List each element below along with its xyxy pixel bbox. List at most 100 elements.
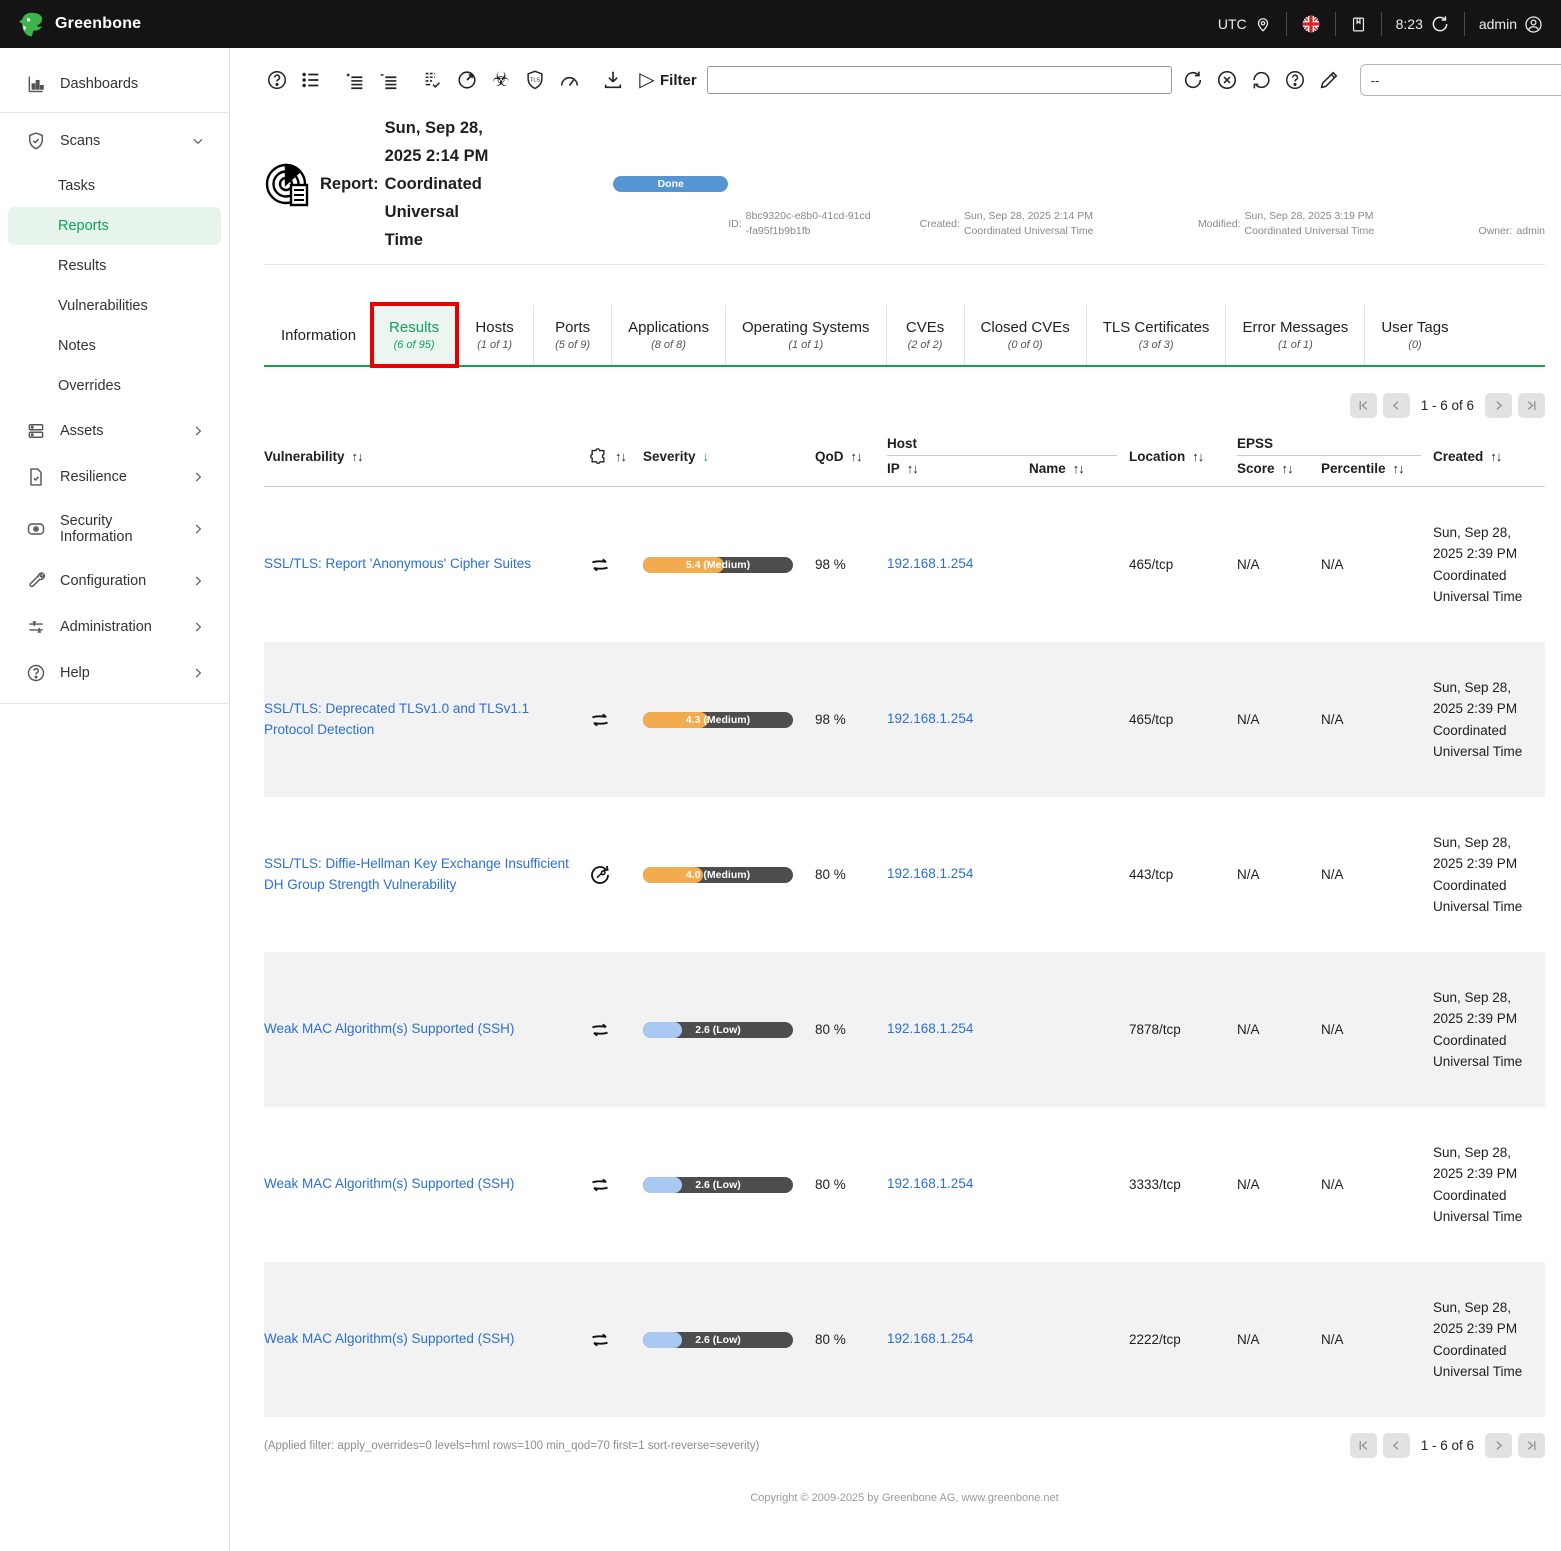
sidebar-item-security-information[interactable]: Security Information xyxy=(8,503,221,555)
filter-preset-value: -- xyxy=(1371,73,1380,88)
corresponding-tasks-icon[interactable] xyxy=(454,67,480,93)
tab-results[interactable]: Results (6 of 95) xyxy=(373,305,456,365)
add-to-assets-icon[interactable] xyxy=(342,67,368,93)
host-ip-link[interactable]: 192.168.1.254 xyxy=(887,556,973,571)
corresponding-tls-certificates-icon[interactable]: TLS xyxy=(522,67,548,93)
sort-score[interactable]: ↑↓ xyxy=(1282,461,1293,476)
language-switcher[interactable] xyxy=(1301,14,1321,34)
sort-vulnerability[interactable]: ↑↓ xyxy=(352,449,363,464)
sort-percentile[interactable]: ↑↓ xyxy=(1393,461,1404,476)
sort-created[interactable]: ↑↓ xyxy=(1490,449,1501,464)
performance-icon[interactable] xyxy=(556,67,582,93)
filter-help-icon[interactable] xyxy=(1282,67,1308,93)
solution-mitigate-icon xyxy=(588,1018,643,1042)
sort-ip[interactable]: ↑↓ xyxy=(907,461,918,476)
brand[interactable]: Greenbone xyxy=(18,11,141,38)
sidebar-item-help[interactable]: Help xyxy=(8,653,221,693)
sidebar-item-dashboards[interactable]: Dashboards xyxy=(8,64,221,104)
sidebar-item-results[interactable]: Results xyxy=(8,247,221,285)
svg-text:TLS: TLS xyxy=(530,77,540,83)
sidebar-item-configuration[interactable]: Configuration xyxy=(8,561,221,601)
tab-hosts[interactable]: Hosts (1 of 1) xyxy=(456,305,534,365)
next-page-button[interactable] xyxy=(1485,393,1512,418)
qod-value: 80 % xyxy=(815,867,887,882)
qod-value: 98 % xyxy=(815,557,887,572)
divider xyxy=(264,264,1545,265)
filter-input[interactable] xyxy=(707,66,1172,94)
col-score: Score xyxy=(1237,461,1275,476)
table-row: Weak MAC Algorithm(s) Supported (SSH) 2.… xyxy=(264,1107,1545,1262)
created-label: Created: xyxy=(920,217,960,233)
remove-from-assets-icon[interactable] xyxy=(376,67,402,93)
vulnerability-link[interactable]: SSL/TLS: Deprecated TLSv1.0 and TLSv1.1 … xyxy=(264,701,529,737)
host-ip-link[interactable]: 192.168.1.254 xyxy=(887,711,973,726)
previous-page-button[interactable] xyxy=(1383,393,1410,418)
tab-operating-systems[interactable]: Operating Systems (1 of 1) xyxy=(726,305,887,365)
corresponding-vulnerabilities-icon[interactable]: ☣ xyxy=(488,67,514,93)
created-value: Sun, Sep 28, 2025 2:39 PM Coordinated Un… xyxy=(1433,1297,1533,1383)
download-report-icon[interactable] xyxy=(600,67,626,93)
first-page-button[interactable] xyxy=(1350,1433,1377,1458)
owner-label: Owner: xyxy=(1479,224,1513,240)
tab-applications[interactable]: Applications (8 of 8) xyxy=(612,305,726,365)
last-page-button[interactable] xyxy=(1518,393,1545,418)
tab-ports[interactable]: Ports (5 of 9) xyxy=(534,305,612,365)
last-page-button[interactable] xyxy=(1518,1433,1545,1458)
user-menu[interactable]: admin xyxy=(1479,15,1543,34)
edit-filter-icon[interactable] xyxy=(1316,67,1342,93)
vulnerability-link[interactable]: SSL/TLS: Diffie-Hellman Key Exchange Ins… xyxy=(264,856,569,892)
sidebar-item-overrides[interactable]: Overrides xyxy=(8,367,221,405)
qod-value: 80 % xyxy=(815,1022,887,1037)
sidebar-item-resilience[interactable]: Resilience xyxy=(8,457,221,497)
host-ip-link[interactable]: 192.168.1.254 xyxy=(887,1176,973,1191)
corresponding-results-icon[interactable] xyxy=(420,67,446,93)
host-ip-link[interactable]: 192.168.1.254 xyxy=(887,1021,973,1036)
chevron-right-icon xyxy=(191,620,205,634)
vulnerability-link[interactable]: Weak MAC Algorithm(s) Supported (SSH) xyxy=(264,1331,514,1346)
question-circle-icon xyxy=(26,663,46,683)
timezone-selector[interactable]: UTC xyxy=(1218,15,1272,33)
sort-name[interactable]: ↑↓ xyxy=(1073,461,1084,476)
tab-error-messages[interactable]: Error Messages (1 of 1) xyxy=(1226,305,1365,365)
qod-value: 80 % xyxy=(815,1177,887,1192)
reset-filter-icon[interactable] xyxy=(1248,67,1274,93)
next-page-button[interactable] xyxy=(1485,1433,1512,1458)
tab-cves[interactable]: CVEs (2 of 2) xyxy=(887,305,965,365)
sidebar-item-tasks[interactable]: Tasks xyxy=(8,167,221,205)
table-row: Weak MAC Algorithm(s) Supported (SSH) 2.… xyxy=(264,952,1545,1107)
tab-closed-cves[interactable]: Closed CVEs (0 of 0) xyxy=(965,305,1087,365)
sort-solution-type[interactable]: ↑↓ xyxy=(615,449,626,464)
host-ip-link[interactable]: 192.168.1.254 xyxy=(887,866,973,881)
filter-preset-select[interactable]: -- xyxy=(1360,64,1561,96)
epss-score: N/A xyxy=(1237,1332,1321,1347)
remove-filter-icon[interactable] xyxy=(1214,67,1240,93)
session-time: 8:23 xyxy=(1396,16,1423,32)
sidebar-item-scans[interactable]: Scans xyxy=(8,121,221,161)
sort-location[interactable]: ↑↓ xyxy=(1192,449,1203,464)
sidebar-item-reports[interactable]: Reports xyxy=(8,207,221,245)
update-filter-icon[interactable] xyxy=(1180,67,1206,93)
host-ip-link[interactable]: 192.168.1.254 xyxy=(887,1331,973,1346)
previous-page-button[interactable] xyxy=(1383,1433,1410,1458)
vulnerability-link[interactable]: SSL/TLS: Report 'Anonymous' Cipher Suite… xyxy=(264,556,531,571)
sidebar-item-assets[interactable]: Assets xyxy=(8,411,221,451)
sort-severity[interactable]: ↓ xyxy=(703,449,709,464)
session-timer[interactable]: 8:23 xyxy=(1396,14,1450,34)
sidebar-item-notes[interactable]: Notes xyxy=(8,327,221,365)
tab-tls-certificates[interactable]: TLS Certificates (3 of 3) xyxy=(1087,305,1227,365)
tab-user-tags[interactable]: User Tags (0) xyxy=(1365,305,1464,365)
trigger-alert-icon[interactable]: ▷ xyxy=(634,67,660,93)
help-icon[interactable] xyxy=(264,67,290,93)
sort-qod[interactable]: ↑↓ xyxy=(851,449,862,464)
first-page-button[interactable] xyxy=(1350,393,1377,418)
reports-list-icon[interactable] xyxy=(298,67,324,93)
report-icon xyxy=(264,158,314,210)
location-value: 7878/tcp xyxy=(1129,1022,1237,1037)
location-value: 465/tcp xyxy=(1129,557,1237,572)
vulnerability-link[interactable]: Weak MAC Algorithm(s) Supported (SSH) xyxy=(264,1176,514,1191)
manual-link[interactable] xyxy=(1350,16,1367,33)
sidebar-item-vulnerabilities[interactable]: Vulnerabilities xyxy=(8,287,221,325)
vulnerability-link[interactable]: Weak MAC Algorithm(s) Supported (SSH) xyxy=(264,1021,514,1036)
tab-information[interactable]: Information xyxy=(264,305,373,365)
sidebar-item-administration[interactable]: Administration xyxy=(8,607,221,647)
